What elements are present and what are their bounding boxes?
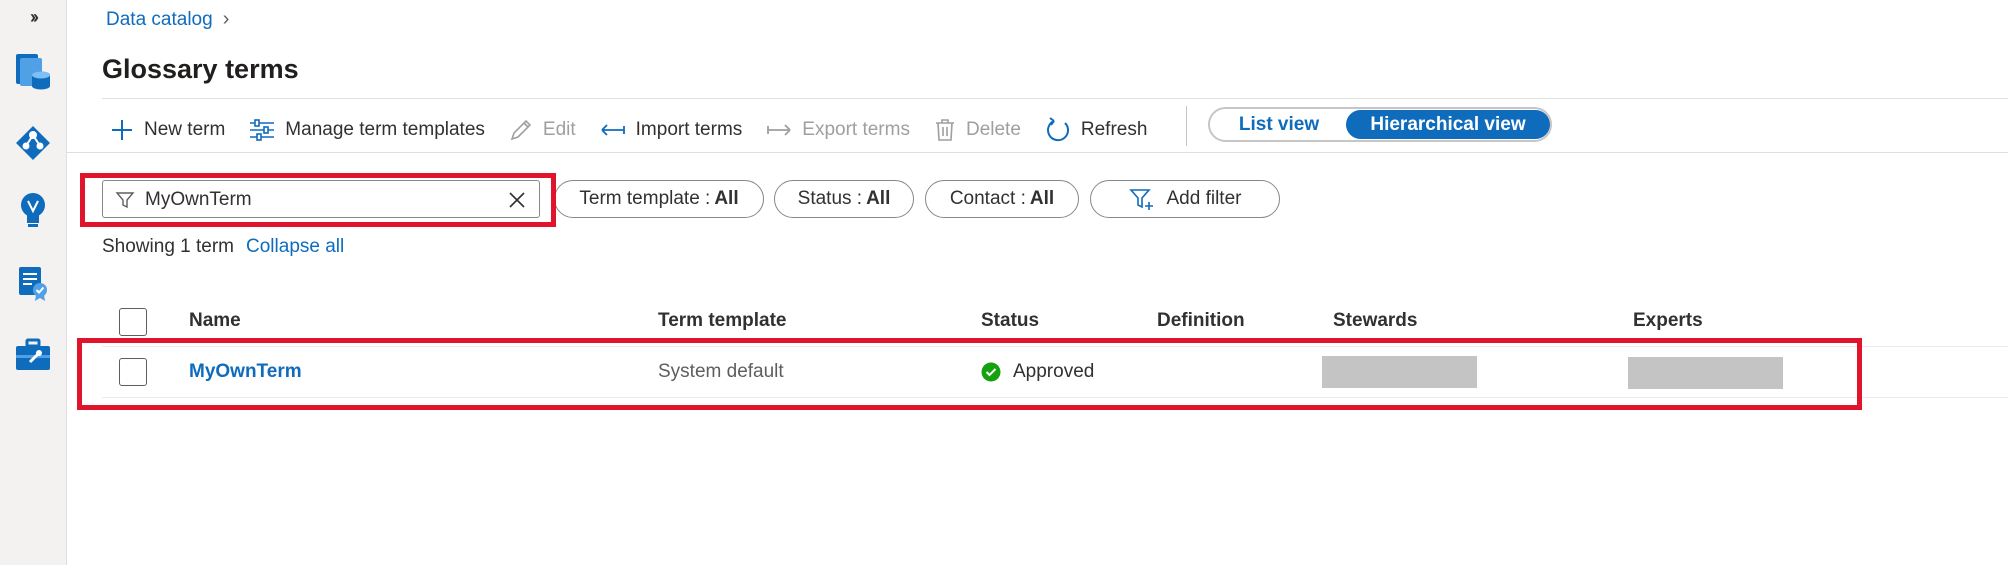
trash-icon xyxy=(935,119,954,141)
pencil-icon xyxy=(510,119,532,141)
export-terms-button[interactable]: Export terms xyxy=(766,118,910,142)
manage-term-templates-label: Manage term templates xyxy=(285,119,485,140)
new-term-button[interactable]: New term xyxy=(110,118,225,142)
status-filter[interactable]: Status : All xyxy=(774,180,914,218)
list-view-button[interactable]: List view xyxy=(1212,110,1346,139)
import-terms-button[interactable]: Import terms xyxy=(600,118,743,142)
divider xyxy=(102,98,2008,99)
status-filter-value: All xyxy=(866,188,891,209)
column-header-name[interactable]: Name xyxy=(189,310,241,332)
nav-data-map[interactable] xyxy=(8,118,58,168)
sliders-icon xyxy=(250,119,275,141)
nav-policy[interactable] xyxy=(8,258,58,308)
nav-data-catalog[interactable] xyxy=(8,46,58,96)
command-bar: New term Manage term templates Edit Impo… xyxy=(110,110,1171,150)
nav-management[interactable] xyxy=(8,330,58,380)
delete-label: Delete xyxy=(965,119,1021,140)
refresh-icon xyxy=(1046,117,1069,142)
collapse-all-link[interactable]: Collapse all xyxy=(246,236,344,258)
plus-icon xyxy=(112,120,132,140)
add-filter-button[interactable]: Add filter xyxy=(1090,180,1280,218)
edit-label: Edit xyxy=(542,119,576,140)
divider xyxy=(66,152,2008,153)
manage-term-templates-button[interactable]: Manage term templates xyxy=(249,118,485,142)
contact-filter-value: All xyxy=(1029,188,1055,209)
column-header-experts[interactable]: Experts xyxy=(1633,310,1703,332)
status-filter-label: Status : xyxy=(797,188,863,209)
hierarchical-view-button[interactable]: Hierarchical view xyxy=(1346,110,1550,139)
add-filter-label: Add filter xyxy=(1166,188,1242,209)
contact-filter-label: Contact : xyxy=(949,188,1026,209)
new-term-label: New term xyxy=(144,119,226,140)
breadcrumb: Data catalog › xyxy=(106,8,229,31)
toolbar-divider xyxy=(1186,106,1187,146)
column-header-stewards[interactable]: Stewards xyxy=(1333,310,1417,332)
breadcrumb-chevron-icon: › xyxy=(222,8,230,30)
lightbulb-icon xyxy=(21,193,45,227)
add-filter-icon xyxy=(1128,189,1153,210)
export-arrow-icon xyxy=(767,124,791,136)
edit-button[interactable]: Edit xyxy=(509,118,576,142)
nav-insights[interactable] xyxy=(8,185,58,235)
page-title: Glossary terms xyxy=(102,54,299,84)
column-header-status[interactable]: Status xyxy=(981,310,1039,332)
delete-button[interactable]: Delete xyxy=(934,118,1021,142)
data-map-icon xyxy=(16,126,50,160)
term-template-filter-label: Term template : xyxy=(579,188,711,209)
export-terms-label: Export terms xyxy=(802,119,910,140)
double-chevron-right-icon: ›› xyxy=(30,6,39,27)
column-header-term-template[interactable]: Term template xyxy=(658,310,786,332)
contact-filter[interactable]: Contact : All xyxy=(925,180,1079,218)
annotation-highlight-search xyxy=(80,173,556,227)
breadcrumb-data-catalog-link[interactable]: Data catalog xyxy=(106,9,213,31)
data-catalog-icon xyxy=(16,54,50,90)
term-template-filter[interactable]: Term template : All xyxy=(554,180,764,218)
annotation-highlight-row xyxy=(77,338,1862,410)
term-template-filter-value: All xyxy=(714,188,739,209)
result-count: Showing 1 term xyxy=(102,236,235,257)
import-arrow-icon xyxy=(601,124,625,136)
column-header-definition[interactable]: Definition xyxy=(1157,310,1245,332)
toolbox-icon xyxy=(16,338,50,370)
policy-document-icon xyxy=(19,267,47,301)
results-summary: Showing 1 term Collapse all xyxy=(102,236,344,258)
select-all-checkbox[interactable] xyxy=(119,308,147,336)
refresh-button[interactable]: Refresh xyxy=(1045,117,1148,143)
import-terms-label: Import terms xyxy=(635,119,743,140)
expand-nav-button[interactable]: ›› xyxy=(8,0,58,34)
refresh-label: Refresh xyxy=(1080,119,1148,140)
left-nav-rail: ›› xyxy=(0,0,67,565)
